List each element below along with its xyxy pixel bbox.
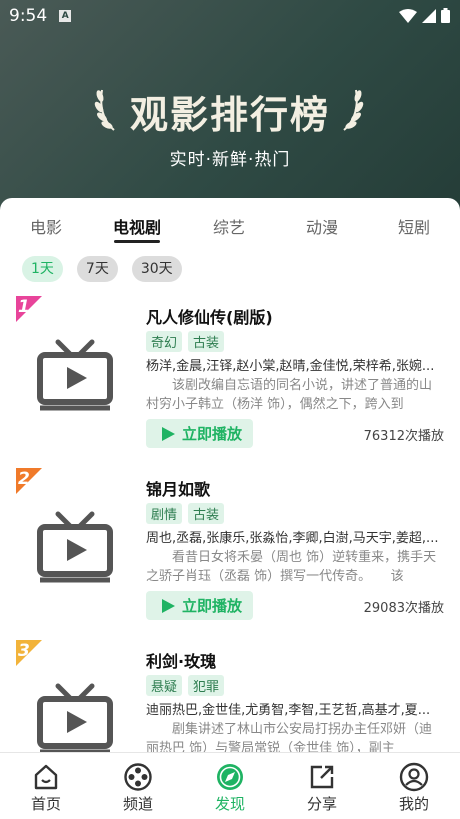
item-cast: 杨洋,金晨,汪铎,赵小棠,赵晴,金佳悦,荣梓希,张婉... — [146, 359, 435, 374]
nav-channel-label: 频道 — [122, 795, 153, 813]
play-button[interactable]: 立即播放 — [146, 591, 253, 620]
compass-icon — [217, 764, 243, 790]
genre-tag: 古装 — [188, 503, 225, 524]
nav-channel[interactable]: 频道 — [108, 761, 168, 814]
item-cast: 迪丽热巴,金世佳,尤勇智,李智,王艺哲,高基才,夏... — [146, 703, 431, 718]
rank-number: 3 — [18, 641, 30, 661]
ranking-sheet: 电影 电视剧 综艺 动漫 短剧 1天 7天 30天 1 凡人修仙传(剧版) 奇幻… — [0, 198, 460, 758]
item-tags: 悬疑 犯罪 — [146, 675, 225, 696]
genre-tag: 剧情 — [146, 503, 183, 524]
item-title[interactable]: 凡人修仙传(剧版) — [146, 304, 273, 328]
home-icon — [34, 764, 58, 790]
play-count: 76312次播放 — [363, 429, 444, 444]
tab-movie[interactable]: 电影 — [16, 214, 76, 238]
list-item[interactable]: 1 凡人修仙传(剧版) 奇幻 古装 杨洋,金晨,汪铎,赵小棠,赵晴,金佳悦,荣梓… — [0, 296, 460, 468]
category-tabs: 电影 电视剧 综艺 动漫 短剧 — [0, 198, 460, 248]
item-tags: 奇幻 古装 — [146, 331, 225, 352]
item-title[interactable]: 利剑·玫瑰 — [146, 648, 216, 672]
nav-discover-label: 发现 — [214, 795, 245, 813]
status-bar: 9:54 A — [0, 0, 460, 32]
time-filters: 1天 7天 30天 — [22, 256, 182, 282]
rank-badge: 2 — [16, 468, 42, 494]
tab-variety[interactable]: 综艺 — [199, 214, 259, 238]
play-count: 29083次播放 — [363, 601, 444, 616]
hero-subtitle: 实时·新鲜·热门 — [169, 150, 291, 170]
rank-badge: 3 — [16, 640, 42, 666]
status-time: 9:54 — [9, 6, 48, 26]
hero-title: 观影排行榜 — [129, 92, 330, 137]
share-icon — [310, 765, 334, 789]
nav-home[interactable]: 首页 — [16, 761, 76, 814]
list-item[interactable]: 3 利剑·玫瑰 悬疑 犯罪 迪丽热巴,金世佳,尤勇智,李智,王艺哲,高基才,夏.… — [0, 640, 460, 758]
nav-share[interactable]: 分享 — [292, 761, 352, 814]
filter-7-days[interactable]: 7天 — [76, 256, 118, 282]
list-item[interactable]: 2 锦月如歌 剧情 古装 周也,丞磊,张康乐,张淼怡,李卿,白澍,马天宇,姜超,… — [0, 468, 460, 640]
nav-profile[interactable]: 我的 — [384, 761, 444, 814]
tab-tv-series[interactable]: 电视剧 — [107, 214, 167, 238]
play-icon — [162, 598, 175, 613]
active-tab-indicator — [114, 240, 160, 243]
tab-short-drama[interactable]: 短剧 — [384, 214, 444, 238]
hero-banner: 9:54 A 观影排行榜 实时·新鲜·热门 — [0, 0, 460, 230]
nav-home-label: 首页 — [30, 795, 61, 813]
rank-number: 1 — [18, 297, 30, 317]
genre-tag: 悬疑 — [146, 675, 183, 696]
item-title[interactable]: 锦月如歌 — [146, 476, 210, 500]
bottom-nav: 首页 频道 发现 分享 我的 — [0, 752, 460, 819]
laurel-right-icon — [343, 89, 364, 131]
genre-tag: 奇幻 — [146, 331, 183, 352]
play-button[interactable]: 立即播放 — [146, 419, 253, 448]
play-button-label: 立即播放 — [182, 597, 243, 615]
play-icon — [162, 426, 175, 441]
user-icon — [399, 762, 429, 792]
tv-placeholder-icon — [37, 339, 113, 411]
rank-number: 2 — [18, 469, 30, 489]
rank-badge: 1 — [16, 296, 42, 322]
wifi-icon — [399, 8, 417, 23]
film-reel-icon — [124, 763, 152, 791]
notification-icon: A — [59, 10, 72, 22]
tab-anime[interactable]: 动漫 — [292, 214, 352, 238]
tv-placeholder-icon — [37, 683, 113, 755]
battery-icon — [441, 8, 450, 23]
item-tags: 剧情 古装 — [146, 503, 225, 524]
nav-share-label: 分享 — [306, 795, 337, 813]
nav-discover[interactable]: 发现 — [200, 761, 260, 814]
signal-icon — [422, 8, 436, 23]
item-description: 该剧改编自忘语的同名小说，讲述了普通的山村穷小子韩立（杨洋 饰），偶然之下，跨入… — [146, 378, 433, 412]
tv-placeholder-icon — [37, 511, 113, 583]
genre-tag: 古装 — [188, 331, 225, 352]
item-description: 看昔日女将禾晏（周也 饰）逆转重来，携手天之骄子肖珏（丞磊 饰）撰写一代传奇。 … — [146, 550, 437, 584]
nav-profile-label: 我的 — [398, 795, 429, 813]
item-cast: 周也,丞磊,张康乐,张淼怡,李卿,白澍,马天宇,姜超,... — [146, 531, 439, 546]
filter-1-day[interactable]: 1天 — [22, 256, 63, 282]
play-button-label: 立即播放 — [182, 425, 243, 443]
filter-30-days[interactable]: 30天 — [131, 256, 182, 282]
genre-tag: 犯罪 — [188, 675, 225, 696]
